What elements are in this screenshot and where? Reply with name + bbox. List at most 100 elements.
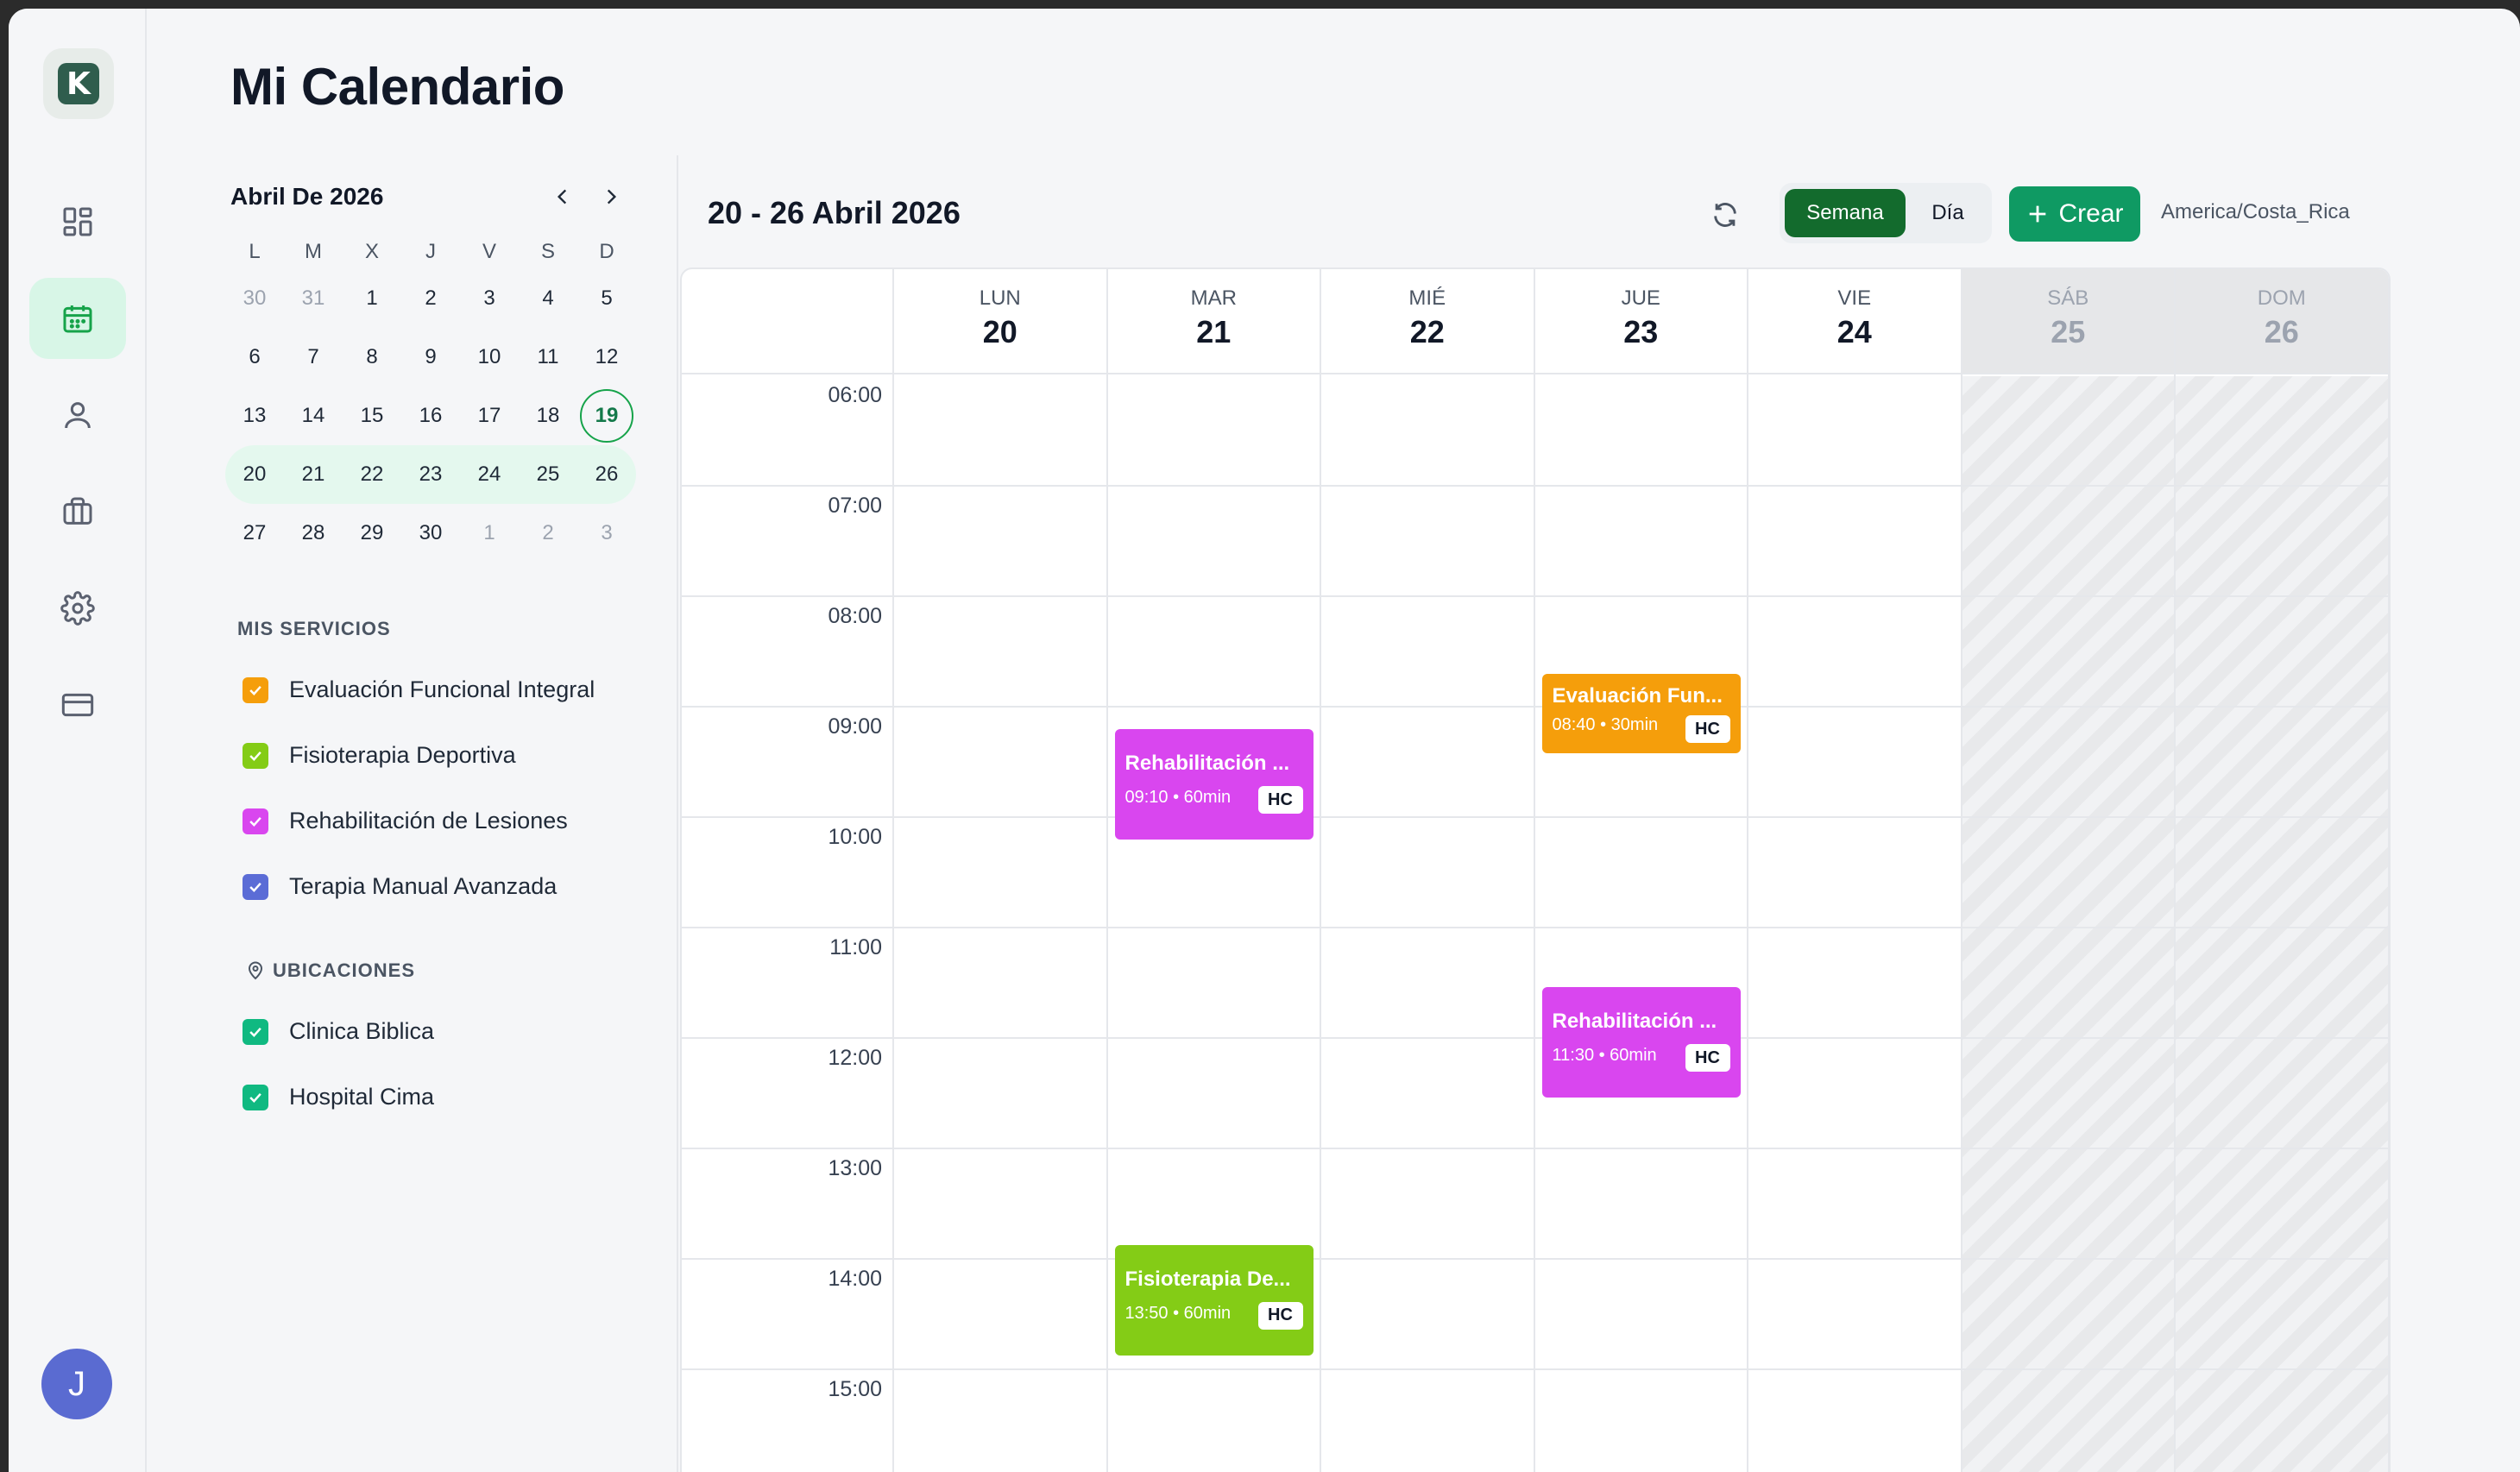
hour-divider — [682, 706, 2389, 708]
calendar-event[interactable]: Fisioterapia De... 13:50 • 60min HC — [1114, 1244, 1314, 1356]
checkbox[interactable] — [243, 808, 268, 834]
hour-label: 08:00 — [828, 604, 882, 628]
event-badge[interactable]: HC — [1685, 1044, 1730, 1072]
locations-filter-item[interactable]: Hospital Cima — [243, 1084, 434, 1110]
day-view-button[interactable]: Día — [1909, 189, 1987, 237]
prev-month-button[interactable] — [544, 178, 582, 216]
gear-icon — [60, 591, 95, 626]
event-badge[interactable]: HC — [1685, 715, 1730, 744]
app-logo[interactable]: K — [43, 48, 114, 119]
mini-calendar-day[interactable]: 1 — [460, 521, 519, 545]
refresh-button[interactable] — [1707, 197, 1743, 233]
mini-calendar-day[interactable]: 12 — [577, 345, 636, 369]
day-column-header[interactable]: MAR 21 — [1107, 269, 1321, 374]
checkbox[interactable] — [243, 873, 268, 900]
mini-calendar-day-number: 19 — [580, 389, 633, 443]
day-column-header[interactable]: MIÉ 22 — [1321, 269, 1535, 374]
day-column-header[interactable]: DOM 26 — [2176, 269, 2389, 374]
mini-calendar-day[interactable]: 15 — [343, 404, 401, 428]
mini-calendar-day[interactable]: 9 — [401, 345, 460, 369]
calendar-event[interactable]: Rehabilitación ... 11:30 • 60min HC — [1541, 987, 1741, 1098]
mini-calendar-day[interactable]: 6 — [225, 345, 284, 369]
day-column-header[interactable]: VIE 24 — [1748, 269, 1962, 374]
mini-calendar-day[interactable]: 29 — [343, 521, 401, 545]
services-filter-item[interactable]: Fisioterapia Deportiva — [243, 742, 516, 769]
mini-calendar-day[interactable]: 3 — [460, 286, 519, 311]
day-column-header[interactable]: LUN 20 — [894, 269, 1108, 374]
mini-calendar-day[interactable]: 18 — [519, 404, 577, 428]
mini-calendar-day[interactable]: 24 — [460, 462, 519, 487]
weekday-label: S — [540, 240, 555, 263]
event-title: Evaluación Fun... — [1552, 684, 1723, 708]
mini-calendar-day[interactable]: 28 — [284, 521, 343, 545]
mini-calendar-day[interactable]: 10 — [460, 345, 519, 369]
checkbox[interactable] — [243, 1084, 268, 1110]
mini-calendar-day[interactable]: 17 — [460, 404, 519, 428]
mini-calendar-day[interactable]: 5 — [577, 286, 636, 311]
event-title: Rehabilitación ... — [1125, 752, 1290, 776]
mini-calendar-day[interactable]: 2 — [519, 521, 577, 545]
day-column-header[interactable]: JUE 23 — [1534, 269, 1748, 374]
mini-calendar-day[interactable]: 16 — [401, 404, 460, 428]
hour-divider — [682, 816, 2389, 818]
filters-panel: Abril De 2026 LMXJVSD 30 31 1 2 3 4 5 6 7 8 9 10 11 1… — [147, 155, 678, 1472]
nav-patients[interactable] — [29, 374, 126, 456]
mini-calendar-day[interactable]: 30 — [401, 521, 460, 545]
mini-calendar-day[interactable]: 13 — [225, 404, 284, 428]
check-icon — [249, 685, 261, 695]
mini-calendar-day-number: 26 — [595, 462, 619, 486]
mini-calendar-day[interactable]: 23 — [401, 462, 460, 487]
day-number: 25 — [2051, 314, 2086, 349]
column-divider — [1960, 374, 1962, 1472]
week-view-button[interactable]: Semana — [1785, 189, 1906, 237]
calendar-event[interactable]: Rehabilitación ... 09:10 • 60min HC — [1114, 729, 1314, 840]
next-month-button[interactable] — [592, 178, 630, 216]
mini-calendar-day[interactable]: 3 — [577, 521, 636, 545]
mini-calendar-day[interactable]: 19 — [577, 389, 636, 443]
mini-calendar-day[interactable]: 1 — [343, 286, 401, 311]
calendar-event[interactable]: Evaluación Fun... 08:40 • 30min HC — [1541, 674, 1741, 754]
mini-calendar-day[interactable]: 14 — [284, 404, 343, 428]
mini-calendar-day[interactable]: 4 — [519, 286, 577, 311]
services-filter-item[interactable]: Terapia Manual Avanzada — [243, 873, 557, 900]
column-divider — [1106, 374, 1108, 1472]
mini-calendar-day[interactable]: 8 — [343, 345, 401, 369]
user-avatar[interactable]: J — [41, 1349, 112, 1419]
services-label: MIS SERVICIOS — [237, 618, 391, 639]
mini-calendar-day-number: 16 — [419, 404, 443, 427]
nav-services[interactable] — [29, 471, 126, 552]
checkbox[interactable] — [243, 742, 268, 769]
mini-calendar-day-number: 18 — [536, 404, 560, 427]
mini-calendar-day-number: 1 — [483, 521, 495, 544]
filter-label: Terapia Manual Avanzada — [289, 873, 558, 899]
day-column-header[interactable]: SÁB 25 — [1962, 269, 2176, 374]
mini-calendar-day[interactable]: 30 — [225, 286, 284, 311]
mini-calendar-day[interactable]: 27 — [225, 521, 284, 545]
checkbox[interactable] — [243, 676, 268, 703]
create-button[interactable]: Crear — [2009, 186, 2140, 242]
nav-billing[interactable] — [29, 664, 126, 745]
mini-calendar-day-number: 29 — [360, 521, 384, 544]
mini-calendar-day[interactable]: 2 — [401, 286, 460, 311]
mini-calendar-weekdays: LMXJVSD — [225, 235, 636, 269]
nav-dashboard[interactable] — [29, 181, 126, 262]
mini-calendar-day[interactable]: 7 — [284, 345, 343, 369]
nav-calendar[interactable] — [29, 278, 126, 359]
mini-calendar-title: Abril De 2026 — [230, 183, 384, 210]
check-icon — [249, 882, 261, 892]
services-filter-item[interactable]: Evaluación Funcional Integral — [243, 676, 595, 703]
mini-calendar-day[interactable]: 20 — [225, 462, 284, 487]
mini-calendar-day[interactable]: 11 — [519, 345, 577, 369]
nav-settings[interactable] — [29, 568, 126, 649]
mini-calendar-day[interactable]: 22 — [343, 462, 401, 487]
locations-filter-item[interactable]: Clinica Biblica — [243, 1018, 434, 1045]
mini-calendar-day[interactable]: 21 — [284, 462, 343, 487]
checkbox[interactable] — [243, 1018, 268, 1045]
mini-calendar-day[interactable]: 31 — [284, 286, 343, 311]
event-badge[interactable]: HC — [1257, 1301, 1303, 1330]
services-filter-item[interactable]: Rehabilitación de Lesiones — [243, 808, 568, 834]
mini-calendar-day[interactable]: 26 — [577, 462, 636, 487]
mini-calendar-day[interactable]: 25 — [519, 462, 577, 487]
filter-label: Fisioterapia Deportiva — [289, 742, 516, 768]
event-badge[interactable]: HC — [1257, 786, 1303, 815]
